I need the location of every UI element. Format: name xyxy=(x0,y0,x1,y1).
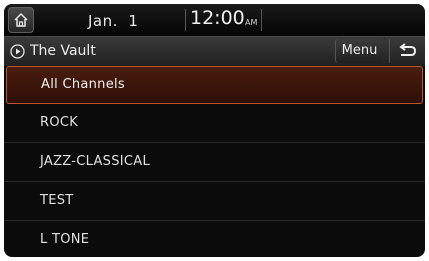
head-unit-screen: Jan. 1 12:00 AM The Vault Menu All Chann… xyxy=(4,4,425,257)
channel-label: L TONE xyxy=(40,232,90,247)
channel-item-test[interactable]: TEST xyxy=(4,182,425,221)
status-divider xyxy=(185,9,186,31)
play-circle-icon xyxy=(10,44,25,59)
status-divider xyxy=(261,9,262,31)
home-icon xyxy=(14,12,28,27)
channel-list: All Channels ROCK JAZZ-CLASSICAL TEST L … xyxy=(4,66,425,257)
channel-label: TEST xyxy=(40,193,74,208)
page-title: The Vault xyxy=(30,43,96,59)
status-date: Jan. 1 xyxy=(88,12,139,30)
channel-label: All Channels xyxy=(41,77,125,92)
channel-item-l-tone[interactable]: L TONE xyxy=(4,221,425,257)
channel-label: JAZZ-CLASSICAL xyxy=(40,154,151,169)
back-arrow-icon xyxy=(399,43,417,56)
channel-item-jazz-classical[interactable]: JAZZ-CLASSICAL xyxy=(4,143,425,182)
channel-label: ROCK xyxy=(40,115,79,130)
channel-item-all-channels[interactable]: All Channels xyxy=(6,66,423,104)
menu-button[interactable]: Menu xyxy=(335,39,383,63)
home-button[interactable] xyxy=(8,7,34,33)
status-ampm: AM xyxy=(245,18,258,27)
channel-item-rock[interactable]: ROCK xyxy=(4,104,425,143)
title-bar: The Vault Menu xyxy=(4,36,425,66)
back-button[interactable] xyxy=(389,39,423,63)
status-bar: Jan. 1 12:00 AM xyxy=(4,4,425,36)
status-time: 12:00 xyxy=(190,7,245,29)
